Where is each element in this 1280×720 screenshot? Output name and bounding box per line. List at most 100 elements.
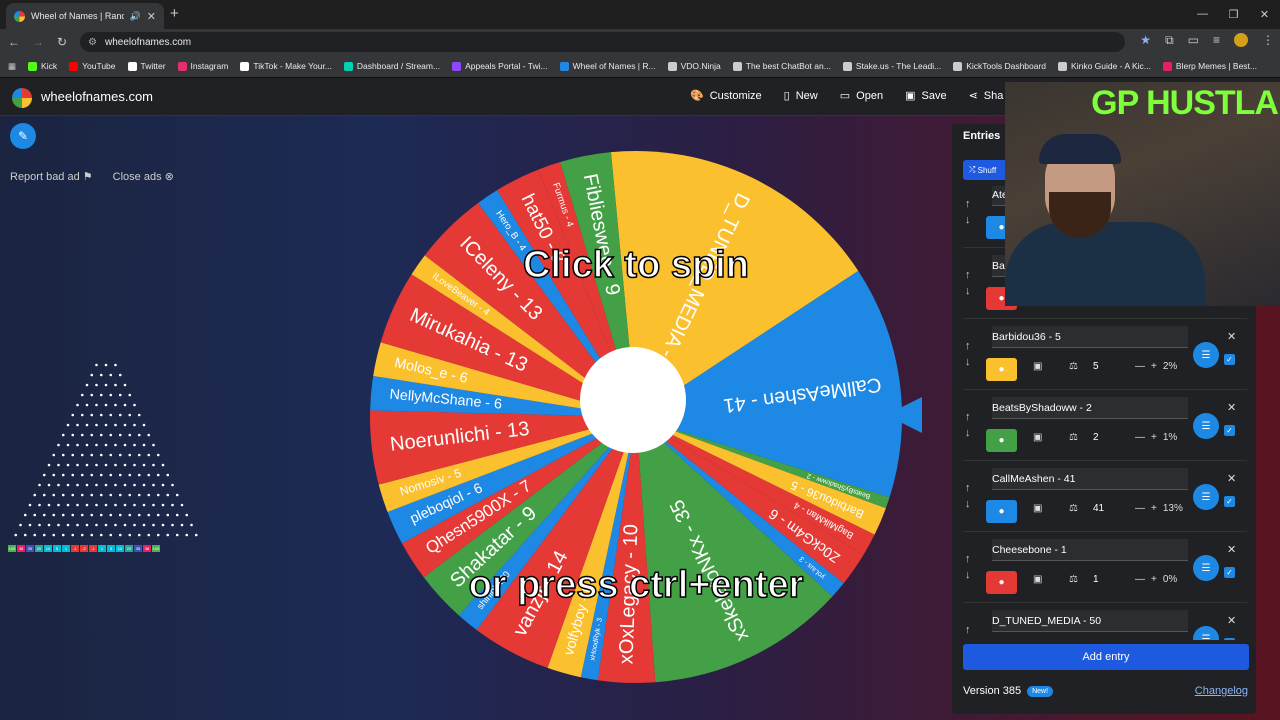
entry-weight-value[interactable]: 1 <box>1093 574 1099 585</box>
plus-icon[interactable]: + <box>1151 361 1157 372</box>
color-swatch-button[interactable]: ● <box>986 358 1017 381</box>
bookmark-wheel[interactable]: Wheel of Names | R... <box>559 61 656 71</box>
color-swatch-button[interactable]: ● <box>986 500 1017 523</box>
plinko-peg <box>80 433 84 437</box>
entry-enabled-checkbox[interactable]: ✓ <box>1224 354 1235 365</box>
bookmark-kicktools[interactable]: KickTools Dashboard <box>953 61 1046 71</box>
entry-settings-button[interactable]: ☰ <box>1193 626 1219 640</box>
reload-icon[interactable]: ↻ <box>50 35 74 49</box>
open-button[interactable]: ▭ Open <box>840 89 883 103</box>
click-to-spin-text[interactable]: Click to spin <box>522 243 749 287</box>
tab-entries[interactable]: Entries <box>963 130 1000 142</box>
entry-settings-button[interactable]: ☰ <box>1193 342 1219 368</box>
close-tab-icon[interactable]: ✕ <box>147 10 156 23</box>
customize-button[interactable]: 🎨 Customize <box>690 89 762 103</box>
speaker-icon[interactable]: 🔊 <box>130 11 141 22</box>
browser-tab[interactable]: Wheel of Names | Random 🔊 ✕ <box>6 3 164 29</box>
forward-icon[interactable]: → <box>26 35 50 49</box>
bookmark-instagram[interactable]: Instagram <box>177 61 228 71</box>
plus-icon[interactable]: + <box>1151 574 1157 585</box>
remove-entry-icon[interactable]: ✕ <box>1227 614 1236 627</box>
profile-avatar[interactable] <box>1234 33 1248 47</box>
reorder-arrows[interactable]: ↑↓ <box>965 622 971 640</box>
reorder-arrows[interactable]: ↑↓ <box>965 480 971 512</box>
report-bad-ad-link[interactable]: Report bad ad ⚑ <box>10 170 93 183</box>
remove-entry-icon[interactable]: ✕ <box>1227 330 1236 343</box>
image-icon[interactable]: ▣ <box>1033 361 1042 372</box>
bookmark-blerp[interactable]: Blerp Memes | Best... <box>1162 61 1257 71</box>
back-icon[interactable]: ← <box>2 35 26 49</box>
apps-grid-icon[interactable]: ▦ <box>8 61 16 72</box>
close-ads-link[interactable]: Close ads ⊗ <box>113 170 174 183</box>
minus-icon[interactable]: — <box>1135 574 1145 585</box>
reorder-arrows[interactable]: ↑↓ <box>965 338 971 370</box>
entry-name-input[interactable]: Barbidou36 - 5 <box>992 326 1188 348</box>
reorder-arrows[interactable]: ↑↓ <box>965 196 971 228</box>
close-window-icon[interactable]: ✕ <box>1249 0 1280 28</box>
browser-menu-icon[interactable]: ⋮ <box>1262 33 1274 48</box>
minus-icon[interactable]: — <box>1135 432 1145 443</box>
reorder-arrows[interactable]: ↑↓ <box>965 551 971 583</box>
entry-name-input[interactable]: BeatsByShadoww - 2 <box>992 397 1188 419</box>
plinko-peg <box>47 523 51 527</box>
entry-weight-value[interactable]: 41 <box>1093 503 1104 514</box>
bookmark-youtube[interactable]: YouTube <box>69 61 116 71</box>
reorder-arrows[interactable]: ↑↓ <box>965 409 971 441</box>
entry-enabled-checkbox[interactable]: ✓ <box>1224 496 1235 507</box>
edit-pencil-button[interactable]: ✎ <box>10 123 36 149</box>
share-button[interactable]: ⋖ Sha <box>969 89 1004 103</box>
entry-enabled-checkbox[interactable]: ✓ <box>1224 567 1235 578</box>
entry-name-input[interactable]: D_TUNED_MEDIA - 50 <box>992 610 1188 632</box>
entry-enabled-checkbox[interactable]: ✓ <box>1224 638 1235 640</box>
bookmark-kinko[interactable]: Kinko Guide - A Kic... <box>1058 61 1151 71</box>
entry-settings-button[interactable]: ☰ <box>1193 413 1219 439</box>
entry-settings-button[interactable]: ☰ <box>1193 555 1219 581</box>
plus-icon[interactable]: + <box>1151 432 1157 443</box>
image-icon[interactable]: ▣ <box>1033 503 1042 514</box>
entry-settings-button[interactable]: ☰ <box>1193 484 1219 510</box>
restore-icon[interactable]: ❐ <box>1218 0 1249 28</box>
bookmark-dashboard[interactable]: Dashboard / Stream... <box>343 61 440 71</box>
bookmark-appeals[interactable]: Appeals Portal - Twi... <box>452 61 548 71</box>
url-bar[interactable]: ⚙ wheelofnames.com <box>80 32 1125 52</box>
remove-entry-icon[interactable]: ✕ <box>1227 401 1236 414</box>
entry-weight-value[interactable]: 5 <box>1093 361 1099 372</box>
minus-icon[interactable]: — <box>1135 503 1145 514</box>
remove-entry-icon[interactable]: ✕ <box>1227 543 1236 556</box>
minus-icon[interactable]: — <box>1135 361 1145 372</box>
extensions-icon[interactable]: ⧉ <box>1165 33 1174 48</box>
palette-icon: ● <box>998 577 1005 588</box>
add-entry-button[interactable]: Add entry <box>963 644 1249 670</box>
changelog-link[interactable]: Changelog <box>1195 685 1248 697</box>
bookmark-star-icon[interactable]: ★ <box>1140 33 1151 48</box>
site-info-icon[interactable]: ⚙ <box>88 37 97 48</box>
wheel-center-circle[interactable] <box>580 347 686 453</box>
minimize-icon[interactable]: — <box>1187 0 1218 28</box>
entry-name-input[interactable]: CallMeAshen - 41 <box>992 468 1188 490</box>
ctrl-enter-hint-text[interactable]: or press ctrl+enter <box>468 563 804 607</box>
new-button[interactable]: ▯ New <box>784 89 818 103</box>
downloads-icon[interactable]: ≡ <box>1213 33 1220 48</box>
bookmark-stake[interactable]: Stake.us - The Leadi... <box>842 61 941 71</box>
bookmark-twitter[interactable]: Twitter <box>127 61 166 71</box>
plus-icon[interactable]: + <box>1151 503 1157 514</box>
cast-icon[interactable]: ▭ <box>1188 33 1199 48</box>
remove-entry-icon[interactable]: ✕ <box>1227 472 1236 485</box>
entry-enabled-checkbox[interactable]: ✓ <box>1224 425 1235 436</box>
new-tab-button[interactable]: + <box>170 5 179 22</box>
site-name[interactable]: wheelofnames.com <box>41 89 153 104</box>
site-logo[interactable] <box>12 88 32 108</box>
bookmark-kick[interactable]: Kick <box>28 61 57 71</box>
color-swatch-button[interactable]: ● <box>986 429 1017 452</box>
wheel[interactable]: D_TUNED_MEDIA - 50CallMeAshen - 41BeatsB… <box>366 147 906 687</box>
bookmark-vdo[interactable]: VDO.Ninja <box>667 61 721 71</box>
bookmark-chatbot[interactable]: The best ChatBot an... <box>732 61 831 71</box>
save-button[interactable]: ▣ Save <box>905 89 946 103</box>
entry-name-input[interactable]: Cheesebone - 1 <box>992 539 1188 561</box>
entry-weight-value[interactable]: 2 <box>1093 432 1099 443</box>
image-icon[interactable]: ▣ <box>1033 574 1042 585</box>
reorder-arrows[interactable]: ↑↓ <box>965 267 971 299</box>
image-icon[interactable]: ▣ <box>1033 432 1042 443</box>
bookmark-tiktok[interactable]: TikTok - Make Your... <box>240 61 332 71</box>
color-swatch-button[interactable]: ● <box>986 571 1017 594</box>
